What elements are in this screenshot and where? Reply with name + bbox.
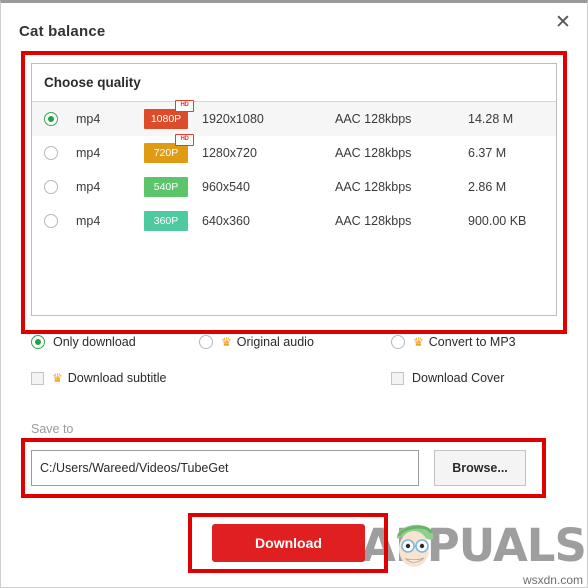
close-icon[interactable]: ✕ — [547, 7, 579, 37]
extra-option-label: Download Cover — [412, 371, 505, 385]
crown-icon: ♛ — [52, 371, 63, 385]
quality-row[interactable]: mp4 720P HD 1280x720 AAC 128kbps 6.37 M — [32, 134, 556, 170]
quality-radio[interactable] — [44, 146, 58, 160]
quality-badge: 540P — [144, 177, 188, 197]
quality-resolution: 640x360 — [202, 214, 250, 228]
quality-audio: AAC 128kbps — [335, 180, 412, 194]
quality-format: mp4 — [76, 146, 101, 160]
dialog-titlebar: Cat balance ✕ — [1, 3, 587, 48]
mode-option-label: Original audio — [236, 335, 314, 349]
watermark-mascot-icon — [396, 524, 434, 567]
mode-option-radio[interactable] — [31, 335, 45, 349]
quality-audio: AAC 128kbps — [335, 146, 412, 160]
mode-option-label: Only download — [53, 335, 136, 349]
quality-row[interactable]: mp4 540P 960x540 AAC 128kbps 2.86 M — [32, 170, 556, 204]
quality-size: 900.00 KB — [468, 214, 527, 228]
extra-option-checkbox[interactable] — [391, 371, 404, 385]
extra-option-checkbox[interactable] — [31, 371, 44, 385]
quality-badge-cell: 720P HD — [144, 134, 202, 163]
quality-audio: AAC 128kbps — [335, 214, 412, 228]
quality-resolution: 1920x1080 — [202, 112, 264, 126]
hd-tag-icon: HD — [175, 134, 194, 146]
save-path-input[interactable] — [31, 450, 419, 486]
quality-badge-cell: 1080P HD — [144, 100, 202, 129]
watermark-domain-text: wsxdn.com — [522, 573, 583, 587]
quality-format: mp4 — [76, 180, 101, 194]
download-mode-options: Only download ♛ Original audio ♛ Convert to … — [1, 335, 587, 357]
quality-badge: 1080P — [144, 109, 188, 129]
mode-option-radio[interactable] — [199, 335, 213, 349]
crown-icon: ♛ — [221, 335, 232, 349]
page-title: Cat balance — [19, 23, 106, 40]
mode-option[interactable]: ♛ Original audio — [199, 335, 314, 349]
mode-option[interactable]: ♛ Convert to MP3 — [391, 335, 516, 349]
appuals-watermark: APPUALS wsxdn.com — [361, 511, 587, 587]
quality-radio[interactable] — [44, 214, 58, 228]
quality-audio: AAC 128kbps — [335, 112, 412, 126]
watermark-brand-text: APPUALS — [361, 519, 587, 572]
quality-badge-cell: 360P — [144, 211, 202, 231]
quality-size: 2.86 M — [468, 180, 507, 194]
mode-option-radio[interactable] — [391, 335, 405, 349]
quality-badge: 360P — [144, 211, 188, 231]
hd-tag-icon: HD — [175, 100, 194, 112]
quality-row[interactable]: mp4 360P 640x360 AAC 128kbps 900.00 KB — [32, 204, 556, 238]
quality-format: mp4 — [76, 112, 101, 126]
quality-format: mp4 — [76, 214, 101, 228]
quality-badge: 720P — [144, 143, 188, 163]
quality-badge-cell: 540P — [144, 177, 202, 197]
crown-icon: ♛ — [413, 335, 424, 349]
quality-size: 14.28 M — [468, 112, 514, 126]
extra-option[interactable]: ♛ Download subtitle — [31, 371, 166, 385]
extra-option-label: Download subtitle — [67, 371, 167, 385]
quality-row[interactable]: mp4 1080P HD 1920x1080 AAC 128kbps 14.28 M — [32, 100, 556, 136]
quality-panel-header: Choose quality — [32, 64, 556, 102]
tubeget-download-dialog: Cat balance ✕ Choose quality mp4 1080P HD 1… — [0, 0, 588, 588]
quality-resolution: 1280x720 — [202, 146, 257, 160]
browse-button[interactable]: Browse... — [434, 450, 526, 486]
quality-size: 6.37 M — [468, 146, 507, 160]
save-to-label: Save to — [31, 422, 74, 436]
mode-option[interactable]: Only download — [31, 335, 136, 349]
download-button[interactable]: Download — [212, 524, 365, 562]
quality-radio[interactable] — [44, 180, 58, 194]
quality-panel: Choose quality mp4 1080P HD 1920x1080 AAC 12… — [31, 63, 557, 316]
extra-download-options: ♛ Download subtitle Download Cover — [1, 371, 587, 393]
quality-row-list: mp4 1080P HD 1920x1080 AAC 128kbps 14.28 Mmp4… — [32, 100, 556, 238]
mode-option-label: Convert to MP3 — [428, 335, 516, 349]
quality-resolution: 960x540 — [202, 180, 250, 194]
extra-option[interactable]: Download Cover — [391, 371, 504, 385]
quality-radio[interactable] — [44, 112, 58, 126]
